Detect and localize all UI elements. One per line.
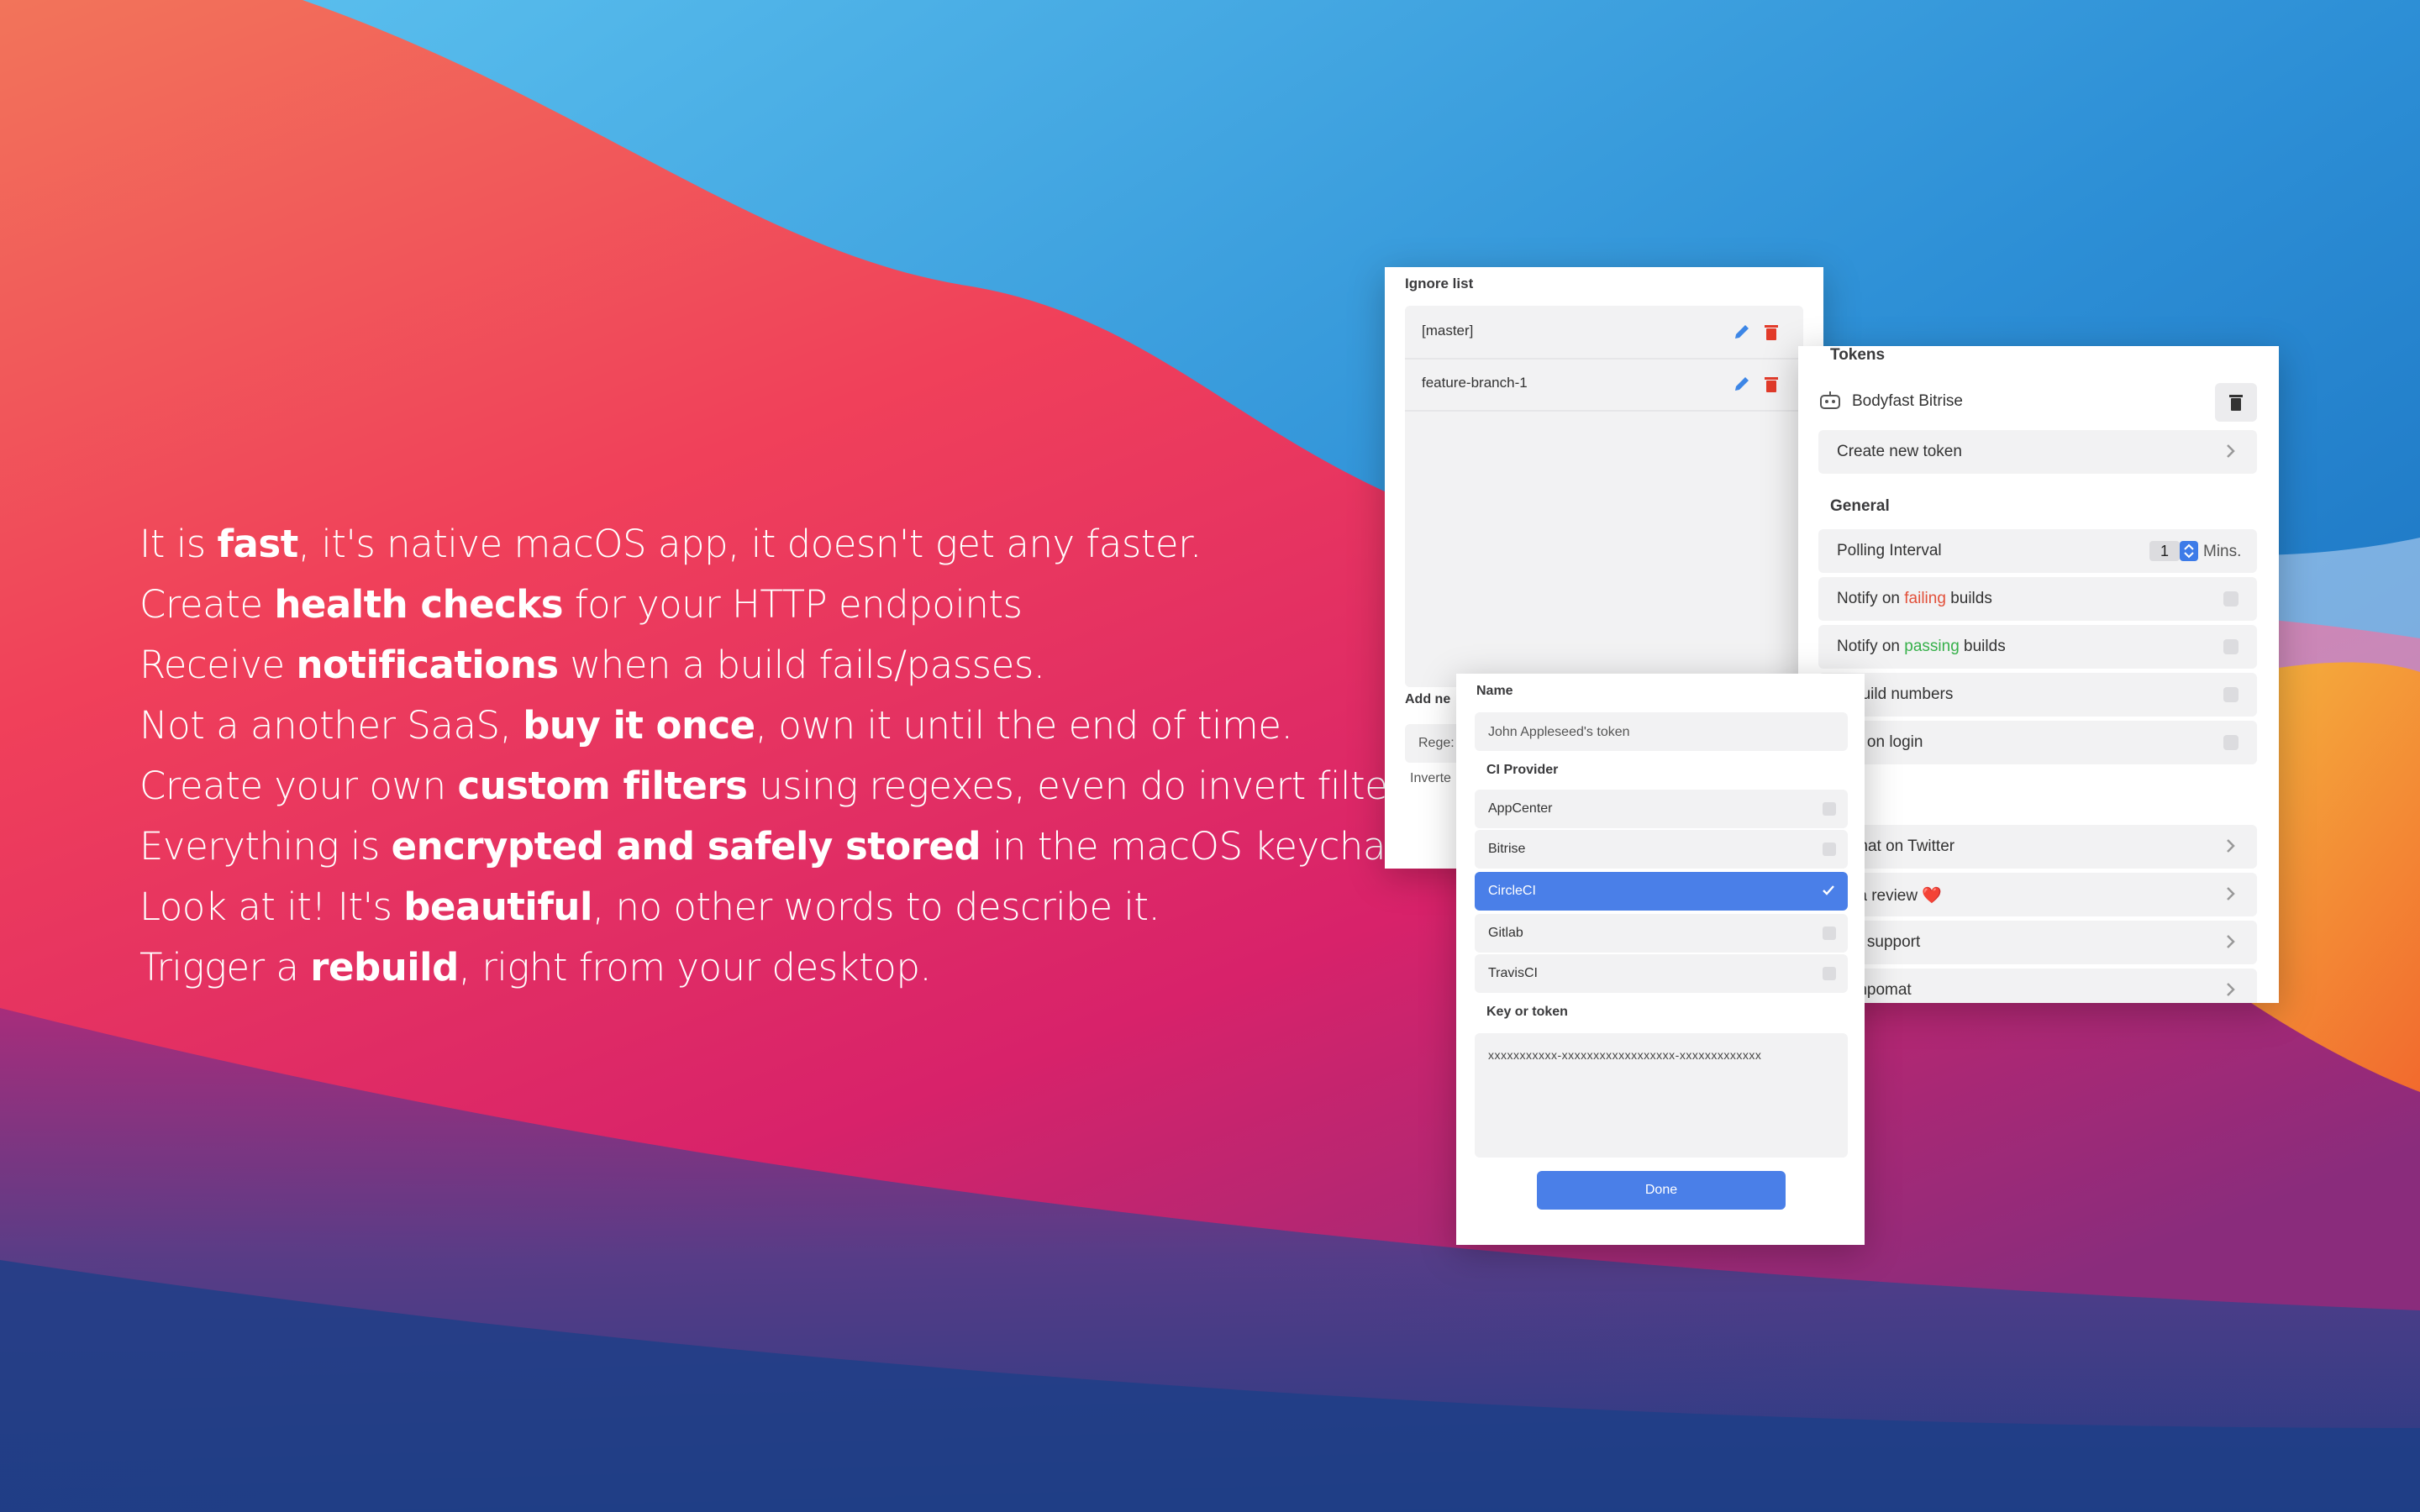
name-value: John Appleseed's token	[1488, 725, 1630, 739]
provider-label: Gitlab	[1488, 926, 1523, 940]
provider-option-gitlab[interactable]: Gitlab	[1475, 914, 1848, 953]
provider-label: Bitrise	[1488, 842, 1526, 856]
name-label: Name	[1476, 684, 1513, 698]
feature-line: Create your own custom filters using reg…	[139, 764, 1470, 808]
chevron-right-icon	[2227, 444, 2235, 458]
general-title: General	[1830, 497, 1890, 515]
provider-checkbox[interactable]	[1823, 927, 1836, 940]
pencil-icon[interactable]	[1733, 323, 1751, 341]
feature-line: Look at it! It's beautiful, no other wor…	[139, 885, 1160, 929]
launch-on-login-row[interactable]: nch on login	[1818, 721, 2257, 764]
token-row[interactable]: Bodyfast Bitrise	[1818, 380, 2257, 423]
list-item[interactable]: feature-branch-1	[1405, 358, 1803, 412]
list-item-label: feature-branch-1	[1422, 375, 1528, 391]
provider-option-appcenter[interactable]: AppCenter	[1475, 790, 1848, 828]
add-new-label: Add ne	[1405, 692, 1451, 706]
token-name: Bodyfast Bitrise	[1852, 392, 1963, 410]
ignore-list: [master] feature-branch-1	[1405, 306, 1803, 687]
feature-line: Everything is encrypted and safely store…	[139, 824, 1431, 869]
polling-unit: Mins.	[2203, 543, 2242, 560]
provider-checkbox[interactable]	[1823, 802, 1836, 816]
polling-interval-row: Polling Interval 1 Mins.	[1818, 529, 2257, 573]
key-value: xxxxxxxxxxx-xxxxxxxxxxxxxxxxxx-xxxxxxxxx…	[1488, 1048, 1762, 1062]
provider-label: CircleCI	[1488, 884, 1536, 898]
provider-option-circleci[interactable]: CircleCI	[1475, 872, 1848, 911]
trash-icon	[2229, 395, 2243, 411]
provider-label: TravisCI	[1488, 966, 1538, 980]
chevron-right-icon	[2227, 935, 2235, 948]
notify-failing-row[interactable]: Notify on failing builds	[1818, 577, 2257, 621]
provider-option-travisci[interactable]: TravisCI	[1475, 954, 1848, 993]
pencil-icon[interactable]	[1733, 375, 1751, 393]
inverted-toggle-label[interactable]: Inverte	[1410, 771, 1451, 786]
support-link[interactable]: tact support	[1818, 921, 2257, 964]
settings-window: Tokens Bodyfast Bitrise Create new token…	[1798, 346, 2279, 1003]
polling-interval-value[interactable]: 1	[2149, 541, 2180, 561]
name-field[interactable]: John Appleseed's token	[1475, 712, 1848, 751]
stepper-arrows-icon[interactable]	[2180, 541, 2198, 561]
list-item-label: [master]	[1422, 323, 1474, 339]
key-field[interactable]: xxxxxxxxxxx-xxxxxxxxxxxxxxxxxx-xxxxxxxxx…	[1475, 1033, 1848, 1158]
ci-provider-label: CI Provider	[1486, 763, 1559, 777]
tempomat-link[interactable]: Tempomat	[1818, 969, 2257, 1003]
create-token-button[interactable]: Create new token	[1818, 430, 2257, 474]
tokens-title: Tokens	[1830, 346, 1886, 364]
feature-list: It is fast, it's native macOS app, it do…	[139, 514, 1470, 998]
feature-line: Create health checks for your HTTP endpo…	[139, 582, 1023, 627]
feature-line: Trigger a rebuild, right from your deskt…	[139, 945, 932, 990]
provider-checkbox[interactable]	[1823, 967, 1836, 980]
done-button[interactable]: Done	[1537, 1171, 1786, 1210]
notify-passing-row[interactable]: Notify on passing builds	[1818, 625, 2257, 669]
review-link[interactable]: ve a review ❤️	[1818, 873, 2257, 916]
feature-line: Not a another SaaS, buy it once, own it …	[139, 703, 1293, 748]
launch-on-login-checkbox[interactable]	[2223, 735, 2238, 750]
new-token-window: Name John Appleseed's token CI Provider …	[1456, 674, 1865, 1245]
show-build-numbers-row[interactable]: w build numbers	[1818, 673, 2257, 717]
trash-icon[interactable]	[1763, 375, 1780, 393]
notify-passing-checkbox[interactable]	[2223, 639, 2238, 654]
trash-icon[interactable]	[1763, 323, 1780, 341]
polling-interval-label: Polling Interval	[1837, 542, 1942, 559]
feature-line: It is fast, it's native macOS app, it do…	[139, 522, 1202, 566]
ignore-list-title: Ignore list	[1405, 276, 1474, 291]
robot-icon	[1820, 391, 1840, 409]
checkmark-icon	[1823, 885, 1834, 895]
twitter-link[interactable]: pomat on Twitter	[1818, 825, 2257, 869]
notify-failing-checkbox[interactable]	[2223, 591, 2238, 606]
create-token-label: Create new token	[1837, 443, 1962, 460]
list-item[interactable]: [master]	[1405, 306, 1803, 360]
regex-placeholder: Rege:	[1418, 736, 1455, 750]
provider-label: AppCenter	[1488, 801, 1553, 816]
notify-failing-label: Notify on failing builds	[1837, 590, 1992, 607]
provider-option-bitrise[interactable]: Bitrise	[1475, 830, 1848, 869]
chevron-right-icon	[2227, 839, 2235, 853]
show-build-numbers-checkbox[interactable]	[2223, 687, 2238, 702]
chevron-right-icon	[2227, 887, 2235, 900]
provider-checkbox[interactable]	[1823, 843, 1836, 856]
feature-line: Receive notifications when a build fails…	[139, 643, 1045, 687]
chevron-right-icon	[2227, 983, 2235, 996]
delete-token-button[interactable]	[2215, 383, 2257, 422]
key-label: Key or token	[1486, 1005, 1568, 1019]
notify-passing-label: Notify on passing builds	[1837, 638, 2006, 655]
